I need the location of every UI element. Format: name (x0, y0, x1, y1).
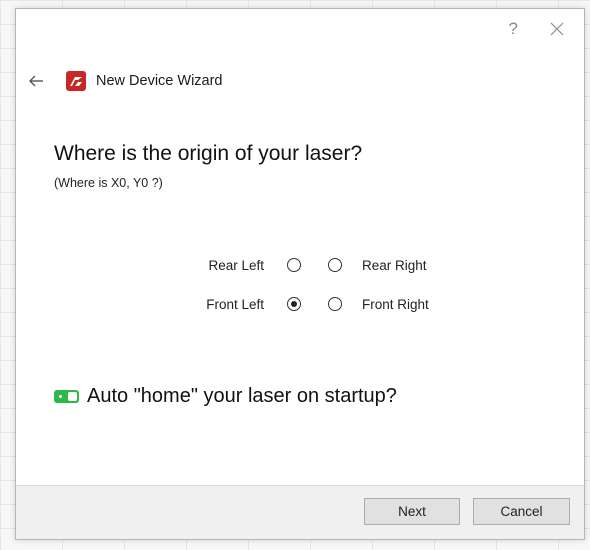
help-button[interactable]: ? (509, 19, 518, 39)
desktop-background: ? New Device Wizard Where is the origin … (0, 0, 590, 550)
rear-left-label: Rear Left (208, 257, 264, 273)
wizard-title: New Device Wizard (96, 73, 223, 89)
close-icon[interactable] (548, 20, 566, 38)
rear-right-label: Rear Right (362, 257, 427, 273)
auto-home-setting: Auto "home" your laser on startup? (54, 383, 397, 409)
front-right-radio[interactable] (328, 297, 342, 311)
wizard-header: New Device Wizard (26, 69, 223, 93)
rear-left-radio[interactable] (287, 258, 301, 272)
front-right-label: Front Right (362, 296, 429, 312)
question-subtitle: (Where is X0, Y0 ?) (54, 176, 163, 190)
front-left-label: Front Left (206, 296, 264, 312)
rear-right-radio[interactable] (328, 258, 342, 272)
title-bar-controls: ? (509, 19, 566, 39)
cancel-button[interactable]: Cancel (473, 498, 570, 525)
question-title: Where is the origin of your laser? (54, 142, 363, 165)
next-button[interactable]: Next (364, 498, 460, 525)
toggle-on-indicator (59, 394, 62, 398)
new-device-wizard-dialog: ? New Device Wizard Where is the origin … (15, 8, 585, 540)
dialog-footer: Next Cancel (16, 485, 584, 539)
auto-home-label: Auto "home" your laser on startup? (87, 384, 397, 407)
auto-home-toggle[interactable] (54, 389, 79, 403)
front-left-radio[interactable] (287, 297, 301, 311)
front-origin-row: Front Left Front Right (16, 293, 584, 315)
rear-origin-row: Rear Left Rear Right (16, 254, 584, 276)
back-arrow-icon[interactable] (26, 71, 46, 91)
app-logo-icon (66, 71, 86, 91)
